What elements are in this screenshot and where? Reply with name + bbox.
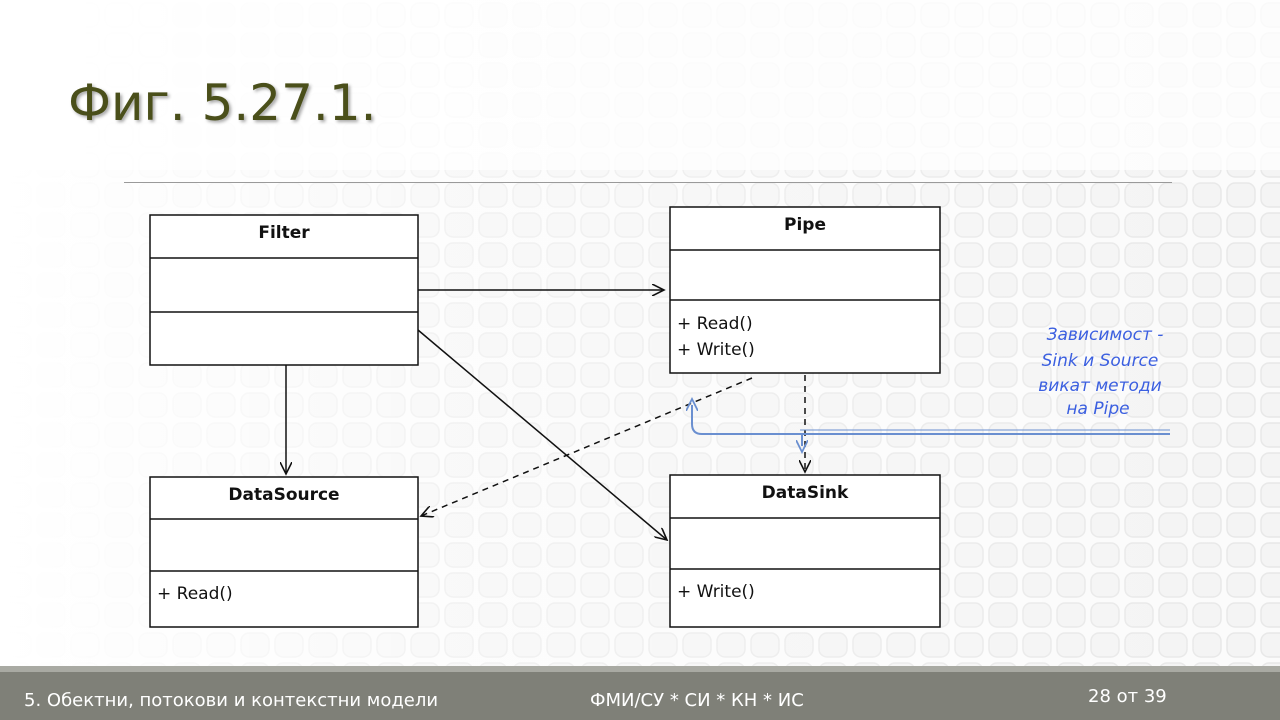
slide: Фиг. 5.27.1. Filter Pipe + Read() + Writ… — [0, 0, 1280, 720]
class-filter: Filter — [149, 214, 419, 366]
slide-footer: 5. Обектни, потокови и контекстни модели… — [0, 666, 1280, 720]
pipe-op-read: + Read() — [677, 314, 753, 334]
pipe-op-write: + Write() — [677, 340, 755, 360]
class-data-sink: DataSink + Write() — [669, 474, 941, 628]
class-data-source-name: DataSource — [228, 485, 339, 505]
footer-course-title: 5. Обектни, потокови и контекстни модели — [24, 690, 439, 711]
note-line-2: Sink и Source — [1042, 351, 1159, 371]
class-pipe: Pipe + Read() + Write() — [669, 206, 941, 374]
data-source-op-read: + Read() — [157, 584, 233, 604]
note-line-1: Зависимост - — [1047, 325, 1164, 345]
class-data-source: DataSource + Read() — [149, 476, 419, 628]
class-data-sink-name: DataSink — [762, 483, 849, 503]
note-line-4: на Pipe — [1066, 399, 1129, 419]
data-sink-op-write: + Write() — [677, 582, 755, 602]
footer-institution: ФМИ/СУ * СИ * КН * ИС — [590, 690, 804, 711]
footer-page-number: 28 от 39 — [1088, 686, 1167, 707]
uml-class-diagram: Filter Pipe + Read() + Write() DataSourc… — [149, 206, 1170, 628]
class-pipe-name: Pipe — [784, 215, 826, 235]
class-filter-name: Filter — [258, 223, 310, 243]
dependency-note: Зависимост - Sink и Source викат методи … — [1038, 325, 1163, 419]
assoc-filter-data-sink — [417, 329, 667, 540]
note-line-3: викат методи — [1038, 376, 1161, 396]
